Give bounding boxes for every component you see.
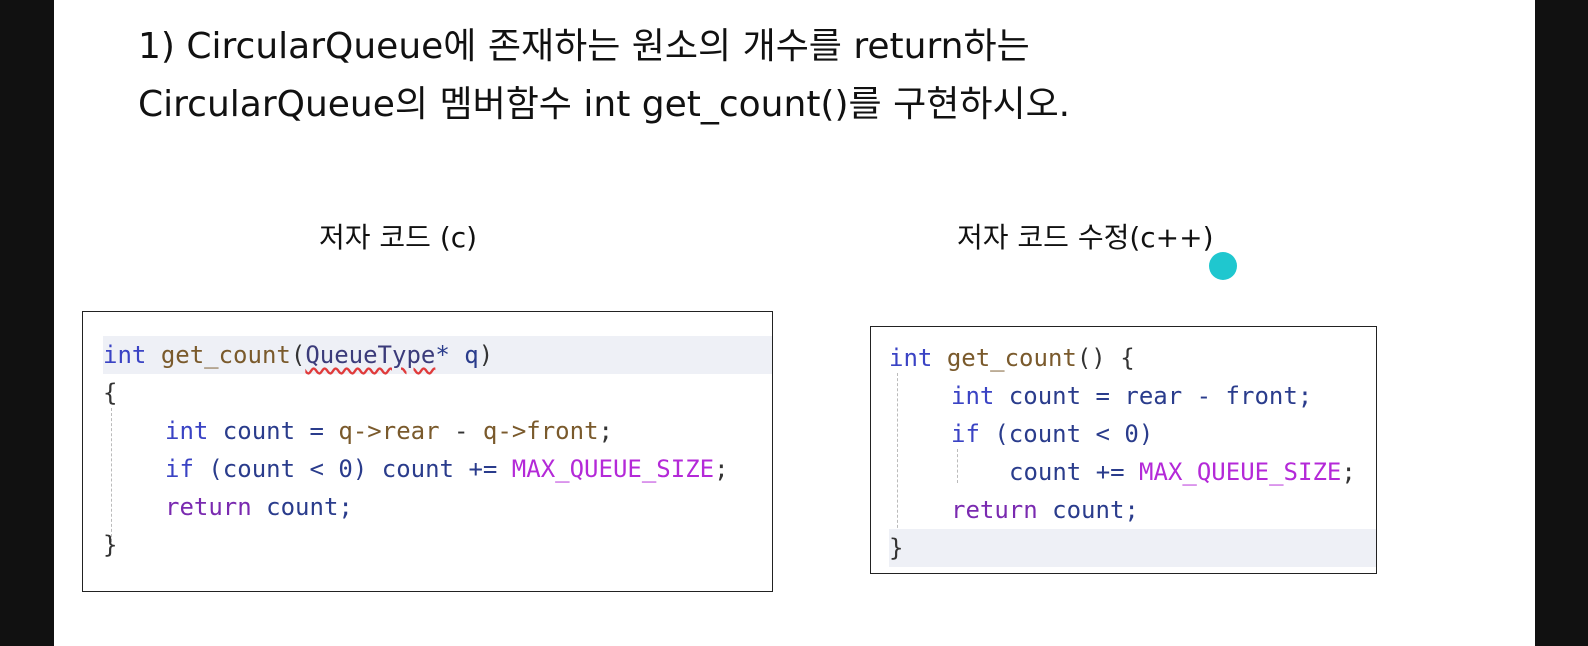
code-line: int get_count() { — [889, 339, 1376, 377]
code-semicolon: ; — [714, 455, 729, 483]
code-text: () { — [1076, 344, 1135, 372]
code-text: count; — [251, 493, 353, 521]
title-line-1: 1) CircularQueue에 존재하는 원소의 개수를 return하는 — [138, 26, 1030, 67]
code-line: return count; — [165, 488, 772, 526]
code-keyword: int — [103, 341, 147, 369]
code-text: q->rear — [338, 417, 440, 445]
code-paren: ) — [478, 341, 494, 369]
code-param: * q — [435, 341, 479, 369]
title-line-2: CircularQueue의 멤버함수 int get_count()를 구현하… — [138, 84, 1071, 125]
code-function: get_count — [946, 344, 1077, 372]
code-keyword: int — [951, 382, 995, 410]
code-line: } — [889, 529, 1376, 567]
code-text: count += — [381, 455, 512, 483]
code-text: q->front — [482, 417, 599, 445]
code-line: count += MAX_QUEUE_SIZE; — [1009, 453, 1376, 491]
code-line: } — [103, 526, 772, 564]
code-keyword: int — [889, 344, 933, 372]
code-keyword: return — [165, 493, 252, 521]
code-text: count += — [1009, 458, 1140, 486]
code-text: (count < 0) — [979, 420, 1154, 448]
caption-cpp-code: 저자 코드 수정(c++) — [957, 221, 1214, 254]
indent-guide — [897, 373, 898, 533]
indent-guide — [957, 449, 958, 483]
code-block-cpp: int get_count() { int count = rear - fro… — [870, 326, 1377, 574]
code-text: count = — [208, 417, 339, 445]
code-brace: } — [103, 531, 118, 559]
code-line: int count = rear - front; — [951, 377, 1376, 415]
pointer-dot-icon — [1209, 252, 1237, 280]
code-text: (count < 0) — [193, 455, 382, 483]
code-semicolon: ; — [598, 417, 613, 445]
code-paren: ( — [290, 341, 306, 369]
code-line: int count = q->rear - q->front; — [165, 412, 772, 450]
code-block-c: int get_count(QueueType* q) { int count … — [82, 311, 773, 592]
code-line: return count; — [951, 491, 1376, 529]
code-macro: MAX_QUEUE_SIZE — [1139, 458, 1342, 486]
code-macro: MAX_QUEUE_SIZE — [511, 455, 715, 483]
code-semicolon: ; — [1341, 458, 1356, 486]
code-line: int get_count(QueueType* q) — [103, 336, 772, 374]
code-text: count; — [1037, 496, 1139, 524]
code-keyword: if — [951, 420, 980, 448]
caption-c-code: 저자 코드 (c) — [319, 221, 478, 254]
code-keyword: if — [165, 455, 194, 483]
code-operator: - — [439, 417, 483, 445]
code-keyword: int — [165, 417, 209, 445]
slide: 1) CircularQueue에 존재하는 원소의 개수를 return하는 … — [54, 0, 1535, 646]
indent-guide — [111, 408, 112, 542]
code-text: count = rear - front; — [994, 382, 1313, 410]
code-brace: { — [103, 379, 118, 407]
code-line: { — [103, 374, 772, 412]
code-function: get_count — [160, 341, 291, 369]
code-line: if (count < 0) count += MAX_QUEUE_SIZE; — [165, 450, 772, 488]
code-line: if (count < 0) — [951, 415, 1376, 453]
code-keyword: return — [951, 496, 1038, 524]
code-type: QueueType — [305, 341, 436, 369]
page-title: 1) CircularQueue에 존재하는 원소의 개수를 return하는 … — [138, 18, 1070, 134]
code-brace: } — [889, 534, 904, 562]
